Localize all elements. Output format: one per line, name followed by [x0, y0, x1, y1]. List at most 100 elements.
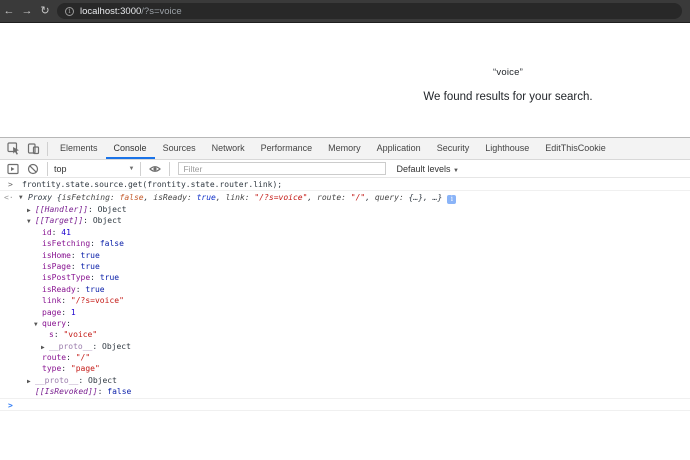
browser-toolbar: ← → ↻ i localhost:3000/?s=voice — [0, 0, 690, 23]
console-sidebar-icon[interactable] — [7, 163, 19, 175]
colon: : — [61, 364, 71, 373]
tab-console[interactable]: Console — [106, 138, 155, 159]
console-tree-row: s: "voice" — [0, 329, 690, 340]
colon: : — [90, 239, 100, 248]
tab-elements[interactable]: Elements — [52, 138, 106, 159]
page-viewport: “voice” We found results for your search… — [0, 23, 690, 137]
context-value: top — [54, 164, 67, 174]
device-toolbar-icon[interactable] — [27, 142, 40, 155]
back-icon[interactable]: ← — [0, 0, 18, 23]
preview-token: true — [197, 193, 216, 202]
search-term-label: “voice” — [330, 67, 686, 78]
forward-icon[interactable]: → — [18, 0, 36, 23]
preview-token: query: — [375, 193, 409, 202]
value-info-icon[interactable]: i — [447, 195, 456, 204]
property-value: true — [85, 285, 104, 294]
return-value-icon: <· — [4, 191, 14, 204]
property-key: [[Target]] — [35, 216, 83, 225]
tab-memory[interactable]: Memory — [320, 138, 369, 159]
tab-application[interactable]: Application — [369, 138, 429, 159]
property-value: "voice" — [63, 330, 97, 339]
console-tree-row: isHome: true — [0, 250, 690, 261]
preview-token: link: — [226, 193, 255, 202]
console-tree-row[interactable]: ▶[[Handler]]: Object — [0, 204, 690, 215]
tab-lighthouse[interactable]: Lighthouse — [477, 138, 537, 159]
colon: : — [66, 319, 71, 328]
property-value: Object — [93, 216, 122, 225]
property-key: isReady — [42, 285, 76, 294]
console-tree-row[interactable]: ▶__proto__: Object — [0, 341, 690, 352]
proxy-preview-row[interactable]: <· ▼ Proxy {isFetching: false, isReady: … — [0, 191, 690, 204]
divider — [47, 162, 48, 176]
property-value: 1 — [71, 308, 76, 317]
console-tree-row: page: 1 — [0, 307, 690, 318]
console-tree-row: [[IsRevoked]]: false — [0, 386, 690, 397]
colon: : — [92, 342, 102, 351]
site-info-icon[interactable]: i — [65, 7, 74, 16]
tab-performance[interactable]: Performance — [253, 138, 321, 159]
property-key: isPostType — [42, 273, 90, 282]
browser-window: ← → ↻ i localhost:3000/?s=voice “voice” … — [0, 0, 690, 460]
colon: : — [71, 262, 81, 271]
property-value: Object — [88, 376, 117, 385]
tab-editthiscookie[interactable]: EditThisCookie — [537, 138, 614, 159]
console-result-message: <· ▼ Proxy {isFetching: false, isReady: … — [0, 191, 690, 398]
property-value: false — [107, 387, 131, 396]
colon: : — [83, 216, 93, 225]
url-host: localhost:3000 — [80, 6, 141, 17]
preview-token: isReady: — [153, 193, 196, 202]
console-tree-row[interactable]: ▼query: — [0, 318, 690, 329]
property-value: Object — [102, 342, 131, 351]
live-expression-eye-icon[interactable] — [149, 163, 161, 175]
execution-context-select[interactable]: top ▼ — [54, 164, 134, 174]
preview-token: {…} — [409, 193, 423, 202]
console-tree-row: isReady: true — [0, 284, 690, 295]
evaluated-expression[interactable]: frontity.state.source.get(frontity.state… — [22, 180, 282, 189]
console-tree-row[interactable]: ▶__proto__: Object — [0, 375, 690, 386]
devtools-tabbar: ElementsConsoleSourcesNetworkPerformance… — [0, 138, 690, 160]
inspect-element-icon[interactable] — [7, 142, 20, 155]
property-key: route — [42, 353, 66, 362]
preview-token: "/?s=voice" — [254, 193, 307, 202]
colon: : — [61, 296, 71, 305]
preview-token: isFetching: — [62, 193, 120, 202]
clear-console-icon[interactable] — [27, 163, 39, 175]
property-value: true — [81, 262, 100, 271]
tab-sources[interactable]: Sources — [155, 138, 204, 159]
preview-token: route: — [317, 193, 351, 202]
property-key: isFetching — [42, 239, 90, 248]
property-value: true — [100, 273, 119, 282]
tab-security[interactable]: Security — [429, 138, 478, 159]
colon: : — [71, 251, 81, 260]
console-filter-input[interactable] — [178, 162, 386, 175]
property-key: id — [42, 228, 52, 237]
property-key: __proto__ — [35, 376, 78, 385]
colon: : — [88, 205, 98, 214]
tab-network[interactable]: Network — [204, 138, 253, 159]
object-tree: ▶[[Handler]]: Object▼[[Target]]: Object i… — [0, 204, 690, 398]
levels-value: Default levels — [396, 164, 450, 174]
url-path: /?s=voice — [141, 6, 181, 17]
chevron-down-icon: ▼ — [129, 166, 135, 172]
property-key: [[IsRevoked]] — [35, 387, 98, 396]
log-levels-select[interactable]: Default levels ▼ — [396, 164, 459, 174]
property-key: link — [42, 296, 61, 305]
preview-token: …} — [433, 193, 443, 202]
preview-token: Proxy { — [28, 193, 62, 202]
devtools-panel: ElementsConsoleSourcesNetworkPerformance… — [0, 137, 690, 460]
property-key: [[Handler]] — [35, 205, 88, 214]
console-prompt[interactable]: > — [0, 398, 690, 411]
collapse-arrow-icon[interactable]: ▼ — [19, 191, 23, 204]
preview-token: , — [216, 193, 226, 202]
console-messages: > frontity.state.source.get(frontity.sta… — [0, 178, 690, 411]
colon: : — [90, 273, 100, 282]
property-value: "page" — [71, 364, 100, 373]
colon: : — [61, 308, 71, 317]
console-tree-row[interactable]: ▼[[Target]]: Object — [0, 215, 690, 226]
console-tree-row: isPostType: true — [0, 272, 690, 283]
input-chevron-icon: > — [8, 178, 13, 191]
property-value: "/" — [76, 353, 90, 362]
divider — [169, 162, 170, 176]
reload-icon[interactable]: ↻ — [36, 0, 54, 23]
address-bar[interactable]: i localhost:3000/?s=voice — [57, 3, 682, 19]
